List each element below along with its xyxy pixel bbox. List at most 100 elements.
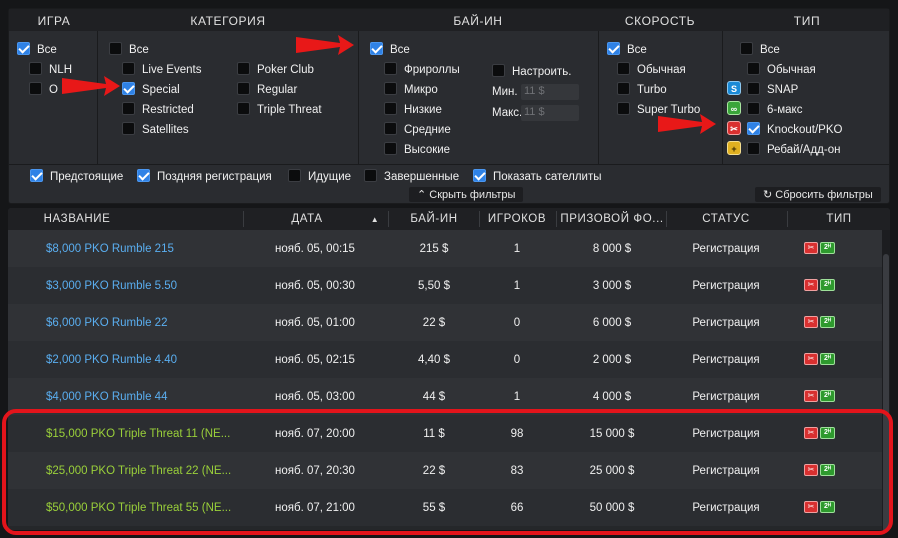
tournament-status: Регистрация — [692, 243, 760, 255]
buyin-micro-checkbox[interactable] — [384, 82, 397, 95]
show-satellites-label: Показать сателлиты — [493, 171, 602, 183]
tournament-status: Регистрация — [692, 317, 760, 329]
six-max-icon: ∞ — [727, 101, 741, 115]
type-6max-checkbox[interactable] — [747, 102, 760, 115]
buyin-custom-checkbox[interactable] — [492, 64, 505, 77]
tournament-players: 0 — [513, 354, 521, 366]
buyin-high-checkbox[interactable] — [384, 142, 397, 155]
tournament-players: 1 — [513, 243, 521, 255]
type-6max-label: 6-макс — [767, 104, 803, 116]
tournament-buyin: 22 $ — [422, 317, 446, 329]
reset-icon: ↻ — [763, 189, 773, 201]
tournament-prize: 6 000 $ — [592, 317, 632, 329]
buyin-max-input[interactable]: 11 $ — [521, 105, 579, 121]
buyin-all-label: Все — [390, 44, 410, 56]
status-late-reg-label: Поздняя регистрация — [157, 171, 272, 183]
category-satellites-checkbox[interactable] — [122, 122, 135, 135]
type-snap-label: SNAP — [767, 84, 799, 96]
category-special-checkbox[interactable] — [122, 82, 135, 95]
knockout-icon: ✂ — [804, 279, 818, 291]
category-all-checkbox[interactable] — [109, 42, 122, 55]
players-icon: 2ᴴ — [820, 316, 835, 328]
speed-all-checkbox[interactable] — [607, 42, 620, 55]
type-all-checkbox[interactable] — [740, 42, 753, 55]
divider — [9, 164, 889, 165]
tournament-status: Регистрация — [692, 391, 760, 403]
col-date[interactable]: ДАТА — [291, 213, 322, 225]
tournament-prize: 2 000 $ — [592, 354, 632, 366]
col-buyin[interactable]: БАЙ-ИН — [410, 213, 457, 225]
divider — [787, 211, 788, 227]
category-satellites-label: Satellites — [142, 124, 189, 136]
tournament-name[interactable]: $8,000 PKO Rumble 215 — [46, 243, 174, 255]
annotation-arrow — [296, 35, 354, 55]
rebuy-icon: + — [727, 141, 741, 155]
players-icon: 2ᴴ — [820, 353, 835, 365]
tournament-name[interactable]: $3,000 PKO Rumble 5.50 — [46, 280, 177, 292]
status-running-checkbox[interactable] — [288, 169, 301, 182]
status-finished-checkbox[interactable] — [364, 169, 377, 182]
tournament-players: 0 — [513, 317, 521, 329]
speed-regular-checkbox[interactable] — [617, 62, 630, 75]
status-running-label: Идущие — [308, 171, 352, 183]
game-all-checkbox[interactable] — [17, 42, 30, 55]
game-nlh-checkbox[interactable] — [29, 62, 42, 75]
tournament-players: 1 — [513, 391, 521, 403]
speed-super-turbo-checkbox[interactable] — [617, 102, 630, 115]
hide-filters-label: Скрыть фильтры — [429, 189, 516, 201]
speed-turbo-checkbox[interactable] — [617, 82, 630, 95]
tournament-status: Регистрация — [692, 280, 760, 292]
tournament-prize: 3 000 $ — [592, 280, 632, 292]
game-header: ИГРА — [37, 14, 71, 28]
table-row[interactable]: $3,000 PKO Rumble 5.50 нояб. 05, 00:30 5… — [8, 267, 882, 304]
status-upcoming-checkbox[interactable] — [30, 169, 43, 182]
buyin-all-checkbox[interactable] — [370, 42, 383, 55]
type-regular-checkbox[interactable] — [747, 62, 760, 75]
category-poker-club-label: Poker Club — [257, 64, 314, 76]
tournament-name[interactable]: $4,000 PKO Rumble 44 — [46, 391, 167, 403]
hide-filters-button[interactable]: ⌃ Скрыть фильтры — [409, 187, 524, 202]
buyin-min-input[interactable]: 11 $ — [521, 84, 579, 100]
col-status[interactable]: СТАТУС — [702, 213, 750, 225]
filter-panel: ИГРА КАТЕГОРИЯ БАЙ-ИН СКОРОСТЬ ТИП Все N… — [8, 8, 890, 204]
buyin-freerolls-checkbox[interactable] — [384, 62, 397, 75]
filter-header: ИГРА КАТЕГОРИЯ БАЙ-ИН СКОРОСТЬ ТИП — [9, 9, 889, 31]
col-players[interactable]: ИГРОКОВ — [488, 213, 546, 225]
divider — [388, 211, 389, 227]
category-restricted-checkbox[interactable] — [122, 102, 135, 115]
type-snap-checkbox[interactable] — [747, 82, 760, 95]
col-type[interactable]: ТИП — [826, 213, 851, 225]
category-special-label: Special — [142, 84, 180, 96]
tournament-date: нояб. 05, 03:00 — [275, 391, 355, 403]
status-upcoming-label: Предстоящие — [50, 171, 124, 183]
col-name[interactable]: НАЗВАНИЕ — [44, 213, 111, 225]
tournament-name[interactable]: $2,000 PKO Rumble 4.40 — [46, 354, 177, 366]
col-prize[interactable]: ПРИЗОВОЙ ФО... — [560, 213, 663, 225]
table-row[interactable]: $2,000 PKO Rumble 4.40 нояб. 05, 02:15 4… — [8, 341, 882, 378]
buyin-medium-checkbox[interactable] — [384, 122, 397, 135]
game-all-label: Все — [37, 44, 57, 56]
divider — [598, 31, 599, 164]
buyin-max-label: Макс. — [492, 107, 523, 119]
buyin-low-checkbox[interactable] — [384, 102, 397, 115]
show-satellites-checkbox[interactable] — [473, 169, 486, 182]
tournament-buyin: 5,50 $ — [418, 280, 450, 292]
status-finished-label: Завершенные — [384, 171, 460, 183]
knockout-icon: ✂ — [727, 121, 741, 135]
table-row[interactable]: $6,000 PKO Rumble 22 нояб. 05, 01:00 22 … — [8, 304, 882, 341]
category-regular-label: Regular — [257, 84, 298, 96]
divider — [666, 211, 667, 227]
annotation-arrow — [62, 76, 120, 96]
type-knockout-checkbox[interactable] — [747, 122, 760, 135]
category-live-events-checkbox[interactable] — [122, 62, 135, 75]
buyin-micro-label: Микро — [404, 84, 438, 96]
category-regular-checkbox[interactable] — [237, 82, 250, 95]
reset-filters-button[interactable]: ↻ Сбросить фильтры — [755, 187, 881, 202]
status-late-reg-checkbox[interactable] — [137, 169, 150, 182]
category-triple-threat-checkbox[interactable] — [237, 102, 250, 115]
game-omaha-checkbox[interactable] — [29, 82, 42, 95]
table-row[interactable]: $8,000 PKO Rumble 215 нояб. 05, 00:15 21… — [8, 230, 882, 267]
category-poker-club-checkbox[interactable] — [237, 62, 250, 75]
tournament-name[interactable]: $6,000 PKO Rumble 22 — [46, 317, 167, 329]
type-rebuy-checkbox[interactable] — [747, 142, 760, 155]
